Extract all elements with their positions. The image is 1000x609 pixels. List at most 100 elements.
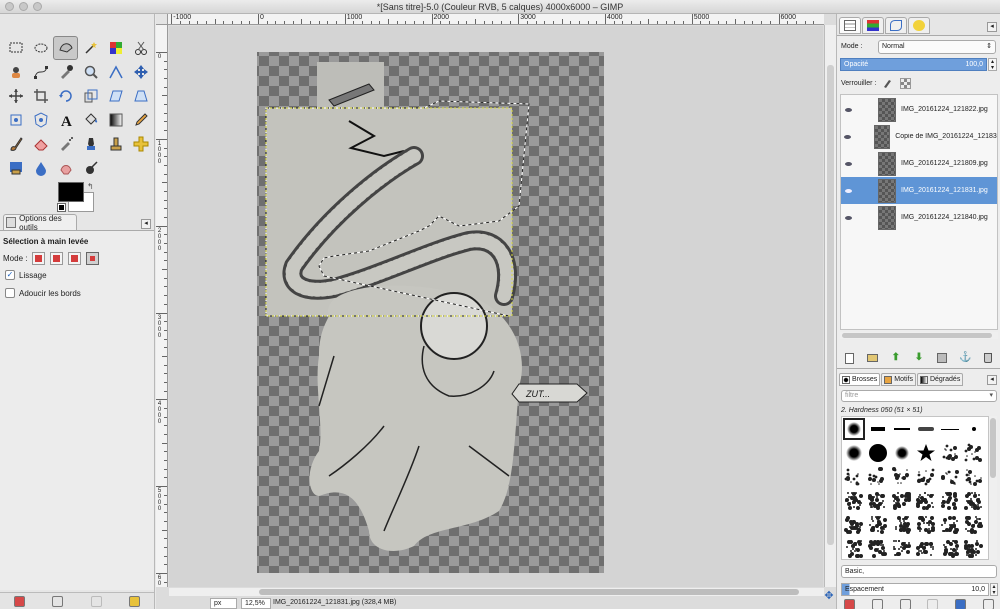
tool-options-menu-button[interactable]: ◂: [141, 219, 151, 229]
tool-smudge-icon[interactable]: [53, 156, 78, 180]
brush-item[interactable]: [914, 465, 938, 489]
layer-row[interactable]: IMG_20161224_121831.jpg: [841, 177, 997, 204]
tool-rect-select-icon[interactable]: [3, 36, 28, 60]
layer-thumbnail[interactable]: [878, 151, 896, 176]
opacity-slider[interactable]: Opacité 100,0: [840, 58, 987, 71]
brush-item[interactable]: [890, 537, 914, 559]
unit-select[interactable]: px: [210, 598, 237, 609]
layer-list-scrollbar-thumb[interactable]: [842, 333, 992, 338]
canvas-viewport[interactable]: ZUT...: [169, 26, 823, 587]
new-layer-group-icon[interactable]: [867, 353, 879, 364]
zoom-select[interactable]: 12,5%: [241, 598, 271, 609]
tool-select-by-color-icon[interactable]: [103, 36, 128, 60]
layer-thumbnail[interactable]: [874, 124, 891, 149]
open-brush-as-image-icon[interactable]: [982, 598, 994, 609]
layer-row[interactable]: IMG_20161224_121840.jpg: [841, 204, 997, 231]
brush-item[interactable]: [914, 489, 938, 513]
brush-item[interactable]: [962, 513, 986, 537]
brush-item[interactable]: [842, 537, 866, 559]
layer-row[interactable]: Copie de IMG_20161224_121831.jpg: [841, 123, 997, 150]
brush-spacing-slider[interactable]: Espacement 10,0: [841, 583, 989, 596]
brush-item[interactable]: [842, 513, 866, 537]
canvas-drawing[interactable]: ZUT...: [169, 26, 823, 587]
brush-item[interactable]: [914, 417, 938, 441]
quick-mask-corner[interactable]: [156, 14, 168, 25]
layer-list-scrollbar[interactable]: [840, 332, 998, 339]
default-colors-icon[interactable]: [57, 203, 66, 212]
swap-colors-icon[interactable]: ↰: [87, 182, 94, 191]
delete-layer-icon[interactable]: [983, 353, 994, 364]
layer-name[interactable]: IMG_20161224_121809.jpg: [901, 160, 988, 167]
tool-scissors-select-icon[interactable]: [128, 36, 153, 60]
horizontal-ruler[interactable]: -1000 0 1000 2000 3000 4000 5000 6000: [168, 14, 824, 25]
brush-item[interactable]: [938, 537, 962, 559]
tool-unified-transform-icon[interactable]: [3, 108, 28, 132]
brush-item[interactable]: [866, 537, 890, 559]
tool-measure-icon[interactable]: [103, 60, 128, 84]
tool-color-picker-icon[interactable]: [53, 60, 78, 84]
tool-shear-icon[interactable]: [103, 84, 128, 108]
vertical-scrollbar[interactable]: [824, 25, 836, 587]
brush-item[interactable]: [842, 489, 866, 513]
tool-align-icon[interactable]: [3, 84, 28, 108]
tool-crop-icon[interactable]: [28, 84, 53, 108]
tool-bucket-fill-icon[interactable]: [78, 108, 103, 132]
brush-item[interactable]: [890, 417, 914, 441]
brush-item[interactable]: [938, 465, 962, 489]
tool-airbrush-icon[interactable]: [53, 132, 78, 156]
brush-item[interactable]: [866, 465, 890, 489]
tool-perspective-clone-icon[interactable]: [3, 156, 28, 180]
tab-brushes[interactable]: Brosses: [839, 373, 881, 386]
reset-options-icon[interactable]: [129, 595, 141, 607]
tab-tool-options[interactable]: Options des outils: [3, 214, 77, 232]
brush-item[interactable]: [938, 489, 962, 513]
brush-grid-scrollbar[interactable]: [989, 416, 997, 560]
tool-ellipse-select-icon[interactable]: [28, 36, 53, 60]
brush-item[interactable]: [866, 489, 890, 513]
layer-thumbnail[interactable]: [878, 178, 896, 203]
duplicate-brush-icon[interactable]: [899, 598, 911, 609]
brush-filter-input[interactable]: filtre ▾: [841, 390, 997, 402]
layer-name[interactable]: IMG_20161224_121822.jpg: [901, 106, 988, 113]
brush-item[interactable]: [962, 465, 986, 489]
new-brush-icon[interactable]: [871, 598, 883, 609]
brush-item[interactable]: [866, 441, 890, 465]
antialias-checkbox[interactable]: ✓: [5, 270, 15, 280]
layer-name[interactable]: IMG_20161224_121831.jpg: [901, 187, 988, 194]
brush-grid-scrollbar-thumb[interactable]: [990, 418, 996, 478]
feather-checkbox[interactable]: [5, 288, 15, 298]
brush-item[interactable]: [962, 417, 986, 441]
tab-undo-history[interactable]: [908, 17, 930, 34]
tool-scale-icon[interactable]: [78, 84, 103, 108]
brush-spacing-spinner[interactable]: ▴ ▾: [990, 583, 998, 596]
tool-foreground-select-icon[interactable]: [3, 60, 28, 84]
delete-brush-icon[interactable]: [927, 598, 939, 609]
brush-preset-select[interactable]: Basic,: [841, 565, 997, 578]
layer-thumbnail[interactable]: [878, 97, 896, 122]
mode-subtract-button[interactable]: [68, 252, 82, 265]
brush-item[interactable]: [842, 465, 866, 489]
tool-perspective-icon[interactable]: [128, 84, 153, 108]
tool-dodge-burn-icon[interactable]: [78, 156, 103, 180]
brush-item[interactable]: [938, 417, 962, 441]
tool-ink-icon[interactable]: [78, 132, 103, 156]
brush-item[interactable]: [866, 417, 890, 441]
antialias-row[interactable]: ✓ Lissage: [5, 270, 47, 280]
brush-item[interactable]: [914, 441, 938, 465]
tab-paths[interactable]: [885, 17, 907, 34]
tool-blur-icon[interactable]: [28, 156, 53, 180]
horizontal-scrollbar-thumb[interactable]: [259, 589, 799, 595]
dock-menu-button[interactable]: ◂: [987, 22, 997, 32]
brush-item[interactable]: [938, 441, 962, 465]
vertical-ruler[interactable]: 0 1000 2000 3000 4000 5000 6000: [156, 25, 168, 587]
tool-free-select-icon[interactable]: [53, 36, 78, 60]
tool-paintbrush-icon[interactable]: [3, 132, 28, 156]
layer-mode-select[interactable]: Normal ⇕: [878, 40, 996, 54]
edit-brush-icon[interactable]: [844, 598, 855, 609]
brush-item[interactable]: [890, 513, 914, 537]
tool-text-icon[interactable]: A: [53, 108, 78, 132]
tab-patterns[interactable]: Motifs: [881, 373, 916, 386]
tab-gradients[interactable]: Dégradés: [916, 373, 964, 386]
tool-heal-icon[interactable]: [128, 132, 153, 156]
mode-replace-button[interactable]: [32, 252, 46, 265]
